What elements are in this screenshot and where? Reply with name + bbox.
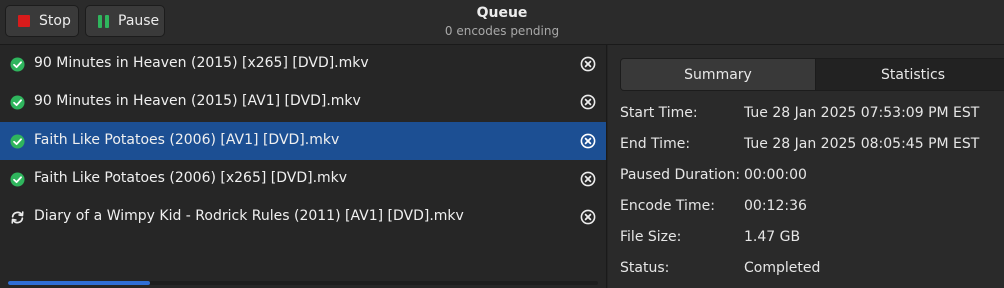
refresh-icon [11, 211, 24, 224]
check-circle-icon [10, 57, 25, 72]
end-time-label: End Time: [620, 136, 691, 152]
queue-item-label: 90 Minutes in Heaven (2015) [x265] [DVD]… [34, 55, 369, 71]
remove-item-icon[interactable] [580, 94, 596, 110]
paused-duration-value: 00:00:00 [744, 167, 807, 183]
tab-statistics[interactable]: Statistics [816, 59, 1004, 90]
details-panel: Summary Statistics Start Time: Tue 28 Ja… [608, 45, 1004, 288]
paused-duration-label: Paused Duration: [620, 167, 741, 183]
file-size-label: File Size: [620, 229, 682, 245]
tab-summary[interactable]: Summary [621, 59, 816, 90]
header-bar: Stop Pause Queue 0 encodes pending [0, 0, 1004, 45]
queue-item[interactable]: 90 Minutes in Heaven (2015) [x265] [DVD]… [0, 45, 606, 83]
encode-progress-fill [8, 281, 150, 285]
queue-item-selected[interactable]: Faith Like Potatoes (2006) [AV1] [DVD].m… [0, 122, 606, 160]
queue-item-label: 90 Minutes in Heaven (2015) [AV1] [DVD].… [34, 93, 361, 109]
queue-list: 90 Minutes in Heaven (2015) [x265] [DVD]… [0, 45, 607, 288]
check-circle-icon [10, 172, 25, 187]
status-value: Completed [744, 260, 821, 276]
queue-item-label: Faith Like Potatoes (2006) [x265] [DVD].… [34, 170, 348, 186]
check-circle-icon [10, 134, 25, 149]
end-time-value: Tue 28 Jan 2025 08:05:45 PM EST [744, 136, 980, 152]
queue-item-encoding[interactable]: Diary of a Wimpy Kid - Rodrick Rules (20… [0, 198, 606, 236]
check-circle-icon [10, 95, 25, 110]
window-subtitle: 0 encodes pending [444, 24, 560, 38]
remove-item-icon[interactable] [580, 209, 596, 225]
remove-item-icon[interactable] [580, 171, 596, 187]
queue-item-label: Diary of a Wimpy Kid - Rodrick Rules (20… [34, 208, 464, 224]
remove-item-icon[interactable] [580, 133, 596, 149]
queue-item-label: Faith Like Potatoes (2006) [AV1] [DVD].m… [34, 132, 340, 148]
start-time-value: Tue 28 Jan 2025 07:53:09 PM EST [744, 105, 980, 121]
file-size-value: 1.47 GB [744, 229, 801, 245]
remove-item-icon[interactable] [580, 56, 596, 72]
encode-progress-bar [8, 281, 598, 285]
details-tabs: Summary Statistics [620, 58, 1004, 91]
encode-time-value: 00:12:36 [744, 198, 807, 214]
status-label: Status: [620, 260, 670, 276]
window-title: Queue [476, 5, 528, 21]
encode-time-label: Encode Time: [620, 198, 715, 214]
queue-item[interactable]: Faith Like Potatoes (2006) [x265] [DVD].… [0, 160, 606, 198]
start-time-label: Start Time: [620, 105, 698, 121]
queue-item[interactable]: 90 Minutes in Heaven (2015) [AV1] [DVD].… [0, 83, 606, 121]
